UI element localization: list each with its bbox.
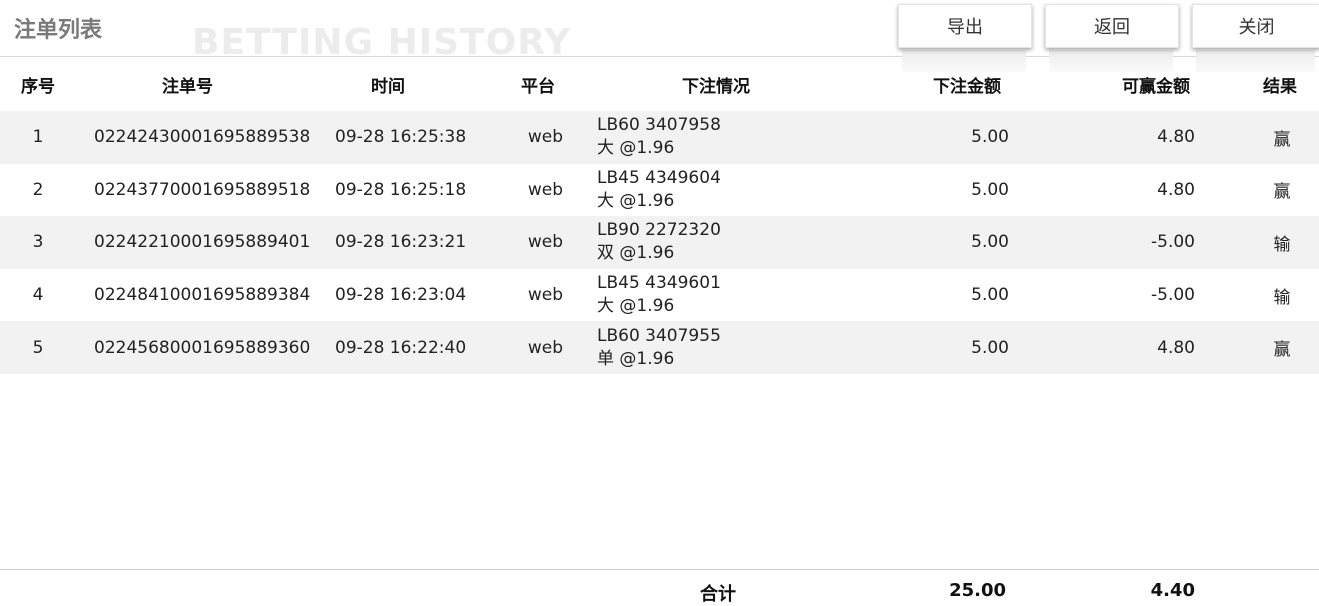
- bet-detail: LB45 4349604 大 @1.96: [597, 164, 721, 217]
- win-amount: -5.00: [1151, 285, 1195, 306]
- bet-detail-line: LB45 4349604: [597, 167, 721, 188]
- bet-detail-line: LB60 3407955: [597, 325, 721, 346]
- back-button[interactable]: 返回: [1045, 4, 1179, 48]
- platform: web: [527, 232, 563, 253]
- total-bet-amount: 25.00: [949, 580, 1006, 601]
- row-index: 5: [32, 337, 44, 358]
- column-header-index: 序号: [21, 77, 55, 97]
- bet-time: 09-28 16:22:40: [335, 337, 467, 358]
- watermark-text: BETTING HISTORY: [192, 22, 572, 63]
- bet-amount: 5.00: [971, 179, 1009, 200]
- bet-amount: 5.00: [971, 232, 1009, 253]
- bet-result: 赢: [1273, 129, 1291, 150]
- column-header-win-amount: 可赢金额: [1122, 77, 1190, 97]
- table-row[interactable]: 1 02242430001695889538 09-28 16:25:38 we…: [0, 111, 1319, 164]
- win-amount: 4.80: [1157, 179, 1195, 200]
- table-row[interactable]: 4 02248410001695889384 09-28 16:23:04 we…: [0, 269, 1319, 322]
- column-header-result: 结果: [1263, 77, 1297, 97]
- bet-detail: LB60 3407958 大 @1.96: [597, 111, 721, 164]
- bet-detail: LB90 2272320 双 @1.96: [597, 216, 721, 269]
- order-number: 02242430001695889538: [94, 127, 311, 148]
- win-amount: -5.00: [1151, 232, 1195, 253]
- page-title: 注单列表: [14, 18, 103, 43]
- win-amount: 4.80: [1157, 337, 1195, 358]
- bet-list: 1 02242430001695889538 09-28 16:25:38 we…: [0, 111, 1319, 374]
- table-row[interactable]: 2 02243770001695889518 09-28 16:25:18 we…: [0, 164, 1319, 217]
- bet-time: 09-28 16:23:21: [335, 232, 467, 253]
- row-index: 2: [32, 179, 44, 200]
- bet-amount: 5.00: [971, 285, 1009, 306]
- bet-detail-line: LB90 2272320: [597, 220, 721, 241]
- export-button[interactable]: 导出: [898, 4, 1032, 48]
- bet-detail: LB60 3407955 单 @1.96: [597, 321, 721, 374]
- order-number: 02242210001695889401: [94, 232, 311, 253]
- column-header-time: 时间: [371, 77, 405, 97]
- bet-result: 输: [1273, 287, 1291, 308]
- top-bar: 注单列表 BETTING HISTORY 导出 返回 关闭: [0, 0, 1319, 72]
- order-number: 02245680001695889360: [94, 337, 311, 358]
- row-index: 3: [32, 232, 44, 253]
- total-win-amount: 4.40: [1150, 580, 1195, 601]
- order-number: 02243770001695889518: [94, 179, 311, 200]
- table-row[interactable]: 5 02245680001695889360 09-28 16:22:40 we…: [0, 321, 1319, 374]
- bet-detail-line: 单 @1.96: [597, 348, 675, 369]
- bet-detail: LB45 4349601 大 @1.96: [597, 269, 721, 322]
- bet-detail-line: 大 @1.96: [597, 296, 675, 317]
- button-reflection: [902, 50, 1026, 72]
- close-button[interactable]: 关闭: [1192, 4, 1319, 48]
- order-number: 02248410001695889384: [94, 285, 311, 306]
- column-header-bet-detail: 下注情况: [682, 77, 750, 97]
- bet-time: 09-28 16:23:04: [335, 285, 467, 306]
- total-label: 合计: [700, 584, 736, 605]
- bet-amount: 5.00: [971, 127, 1009, 148]
- win-amount: 4.80: [1157, 127, 1195, 148]
- bet-detail-line: LB45 4349601: [597, 273, 721, 294]
- bet-time: 09-28 16:25:38: [335, 127, 467, 148]
- bet-result: 输: [1273, 234, 1291, 255]
- footer-divider: [0, 569, 1319, 570]
- column-header-bet-amount: 下注金额: [933, 77, 1001, 97]
- button-reflection: [1196, 50, 1315, 72]
- bet-time: 09-28 16:25:18: [335, 179, 467, 200]
- bet-detail-line: 大 @1.96: [597, 138, 675, 159]
- platform: web: [527, 337, 563, 358]
- bet-amount: 5.00: [971, 337, 1009, 358]
- platform: web: [527, 285, 563, 306]
- platform: web: [527, 127, 563, 148]
- bet-detail-line: 大 @1.96: [597, 190, 675, 211]
- column-header-platform: 平台: [521, 77, 555, 97]
- column-header-order-no: 注单号: [162, 77, 213, 97]
- table-row[interactable]: 3 02242210001695889401 09-28 16:23:21 we…: [0, 216, 1319, 269]
- bet-detail-line: LB60 3407958: [597, 115, 721, 136]
- platform: web: [527, 179, 563, 200]
- bet-result: 赢: [1273, 182, 1291, 203]
- row-index: 1: [32, 127, 44, 148]
- bet-result: 赢: [1273, 340, 1291, 361]
- row-index: 4: [32, 285, 44, 306]
- bet-detail-line: 双 @1.96: [597, 243, 675, 264]
- button-reflection: [1049, 50, 1173, 72]
